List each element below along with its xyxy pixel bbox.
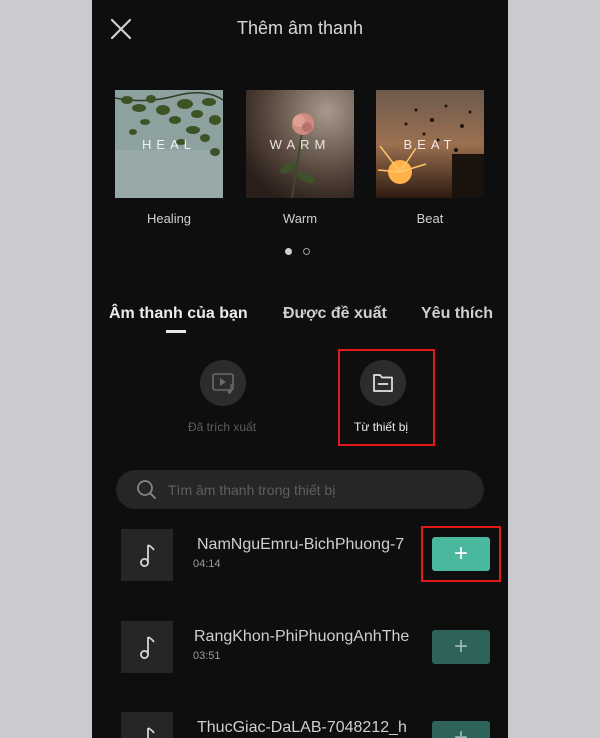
app-screen: Thêm âm thanh HEAL Healing WARM Warm BEA… (92, 0, 508, 738)
extracted-audio-label: Đã trích xuất (188, 420, 257, 434)
track-title: NamNguEmru-BichPhuong-7 (197, 536, 405, 553)
track-thumbnail (121, 712, 173, 738)
cover-text: HEAL (142, 137, 196, 152)
cover-text: BEAT (403, 137, 457, 152)
cover-text: WARM (269, 137, 331, 152)
category-label-beat: Beat (416, 211, 444, 226)
header: Thêm âm thanh (92, 0, 508, 60)
search-icon (137, 480, 156, 499)
highlight-box (421, 526, 501, 582)
tab-your-sounds[interactable]: Âm thanh của bạn (109, 305, 248, 323)
track-thumbnail (121, 621, 173, 673)
highlight-box (338, 349, 435, 446)
page-title: Thêm âm thanh (236, 18, 364, 38)
track-title: RangKhon-PhiPhuongAnhThe (194, 628, 410, 645)
track-duration: 04:14 (193, 558, 221, 570)
music-note-icon (147, 727, 155, 738)
search-input[interactable] (168, 470, 468, 509)
add-track-button[interactable]: + (432, 721, 490, 738)
carousel-dot[interactable] (303, 248, 310, 255)
extracted-audio-button[interactable] (200, 360, 246, 406)
track-title: ThucGiac-DaLAB-7048212_h (197, 719, 407, 736)
category-card-healing[interactable]: HEAL (115, 90, 223, 198)
add-track-button[interactable]: + (432, 630, 490, 664)
track-row[interactable]: RangKhon-PhiPhuongAnhThe 03:51 + (92, 621, 508, 677)
category-card-beat[interactable]: BEAT (376, 90, 484, 198)
category-label-healing: Healing (146, 211, 192, 226)
category-label-warm: Warm (282, 211, 318, 226)
music-note-icon (139, 544, 155, 567)
category-card-warm[interactable]: WARM (246, 90, 354, 198)
search-bar[interactable] (116, 470, 484, 509)
tab-recommended[interactable]: Được đề xuất (283, 305, 387, 323)
track-duration: 03:51 (193, 650, 221, 662)
tab-active-indicator (166, 330, 186, 333)
music-note-icon (139, 636, 155, 659)
tab-favorites[interactable]: Yêu thích (421, 305, 493, 323)
carousel-dot-active[interactable] (285, 248, 292, 255)
track-row[interactable]: ThucGiac-DaLAB-7048212_h + (92, 712, 508, 738)
track-thumbnail (121, 529, 173, 581)
video-music-icon (212, 373, 234, 394)
